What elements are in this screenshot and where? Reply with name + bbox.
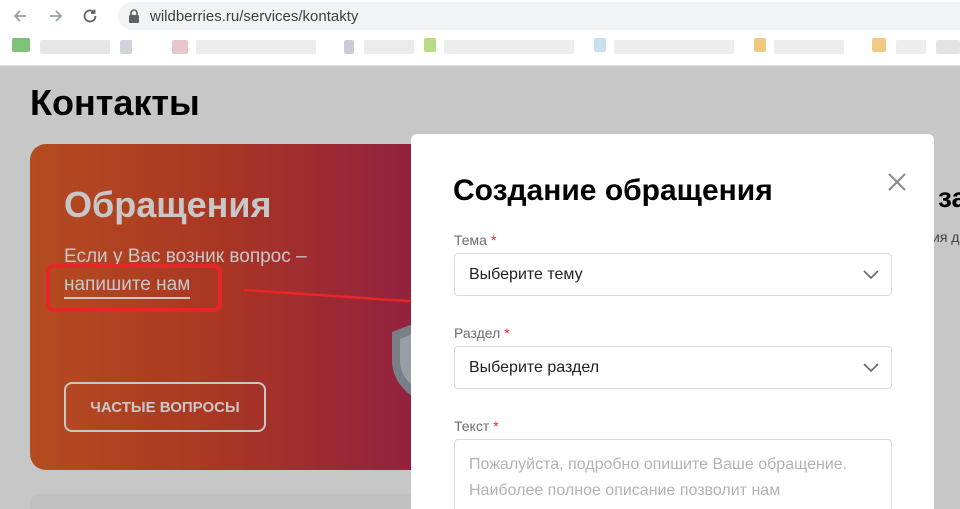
- reload-icon: [83, 9, 97, 23]
- bookmark-item[interactable]: [754, 38, 766, 52]
- topic-select-value: Выберите тему: [469, 265, 583, 283]
- bookmark-item[interactable]: [896, 40, 926, 54]
- bookmark-item[interactable]: [872, 38, 886, 52]
- bookmark-item[interactable]: [196, 40, 316, 54]
- chevron-down-icon: [863, 270, 879, 280]
- bookmark-item[interactable]: [936, 40, 960, 54]
- bookmark-item[interactable]: [364, 40, 414, 54]
- bookmark-item[interactable]: [12, 38, 30, 52]
- text-label: Текст *: [454, 418, 499, 434]
- bookmark-item[interactable]: [774, 40, 844, 54]
- section-select[interactable]: Выберите раздел: [454, 346, 892, 389]
- required-mark: *: [493, 418, 499, 434]
- chevron-down-icon: [863, 363, 879, 373]
- modal-title: Создание обращения: [453, 174, 773, 207]
- topic-label-text: Тема: [454, 232, 487, 248]
- reload-button[interactable]: [80, 6, 100, 26]
- annotation-highlight: [46, 264, 222, 312]
- bookmark-item[interactable]: [614, 40, 734, 54]
- back-button[interactable]: [10, 6, 30, 26]
- required-mark: *: [490, 232, 497, 248]
- bookmark-item[interactable]: [424, 38, 436, 52]
- required-mark: *: [504, 325, 510, 341]
- text-label-text: Текст: [454, 418, 490, 434]
- address-bar[interactable]: wildberries.ru/services/kontakty: [118, 2, 960, 30]
- create-appeal-modal: Создание обращения Тема * Выберите тему Р…: [411, 134, 934, 509]
- bookmark-item[interactable]: [344, 40, 354, 54]
- bookmark-item[interactable]: [172, 40, 188, 54]
- section-select-value: Выберите раздел: [469, 358, 600, 376]
- text-placeholder-line-1: Пожалуйста, подробно опишите Ваше обраще…: [469, 456, 848, 473]
- bookmark-item[interactable]: [40, 40, 110, 54]
- bookmarks-bar: [0, 32, 960, 66]
- bookmark-item[interactable]: [594, 38, 606, 52]
- forward-button[interactable]: [46, 6, 66, 26]
- topic-select[interactable]: Выберите тему: [454, 253, 892, 296]
- lock-icon: [129, 9, 139, 23]
- bookmark-item[interactable]: [120, 40, 132, 54]
- close-icon[interactable]: [885, 170, 909, 194]
- text-area[interactable]: Пожалуйста, подробно опишите Ваше обраще…: [454, 439, 892, 509]
- url-text: wildberries.ru/services/kontakty: [150, 7, 359, 25]
- text-placeholder-line-2: Наиболее полное описание позволит нам: [469, 482, 781, 499]
- section-label-text: Раздел: [454, 325, 501, 341]
- annotation-arrow-icon: [243, 288, 436, 310]
- browser-toolbar: wildberries.ru/services/kontakty: [0, 0, 960, 32]
- bookmark-item[interactable]: [444, 40, 574, 54]
- arrow-right-icon: [50, 10, 63, 22]
- arrow-left-icon: [13, 10, 26, 22]
- section-label: Раздел *: [454, 325, 510, 341]
- topic-label: Тема *: [454, 232, 496, 248]
